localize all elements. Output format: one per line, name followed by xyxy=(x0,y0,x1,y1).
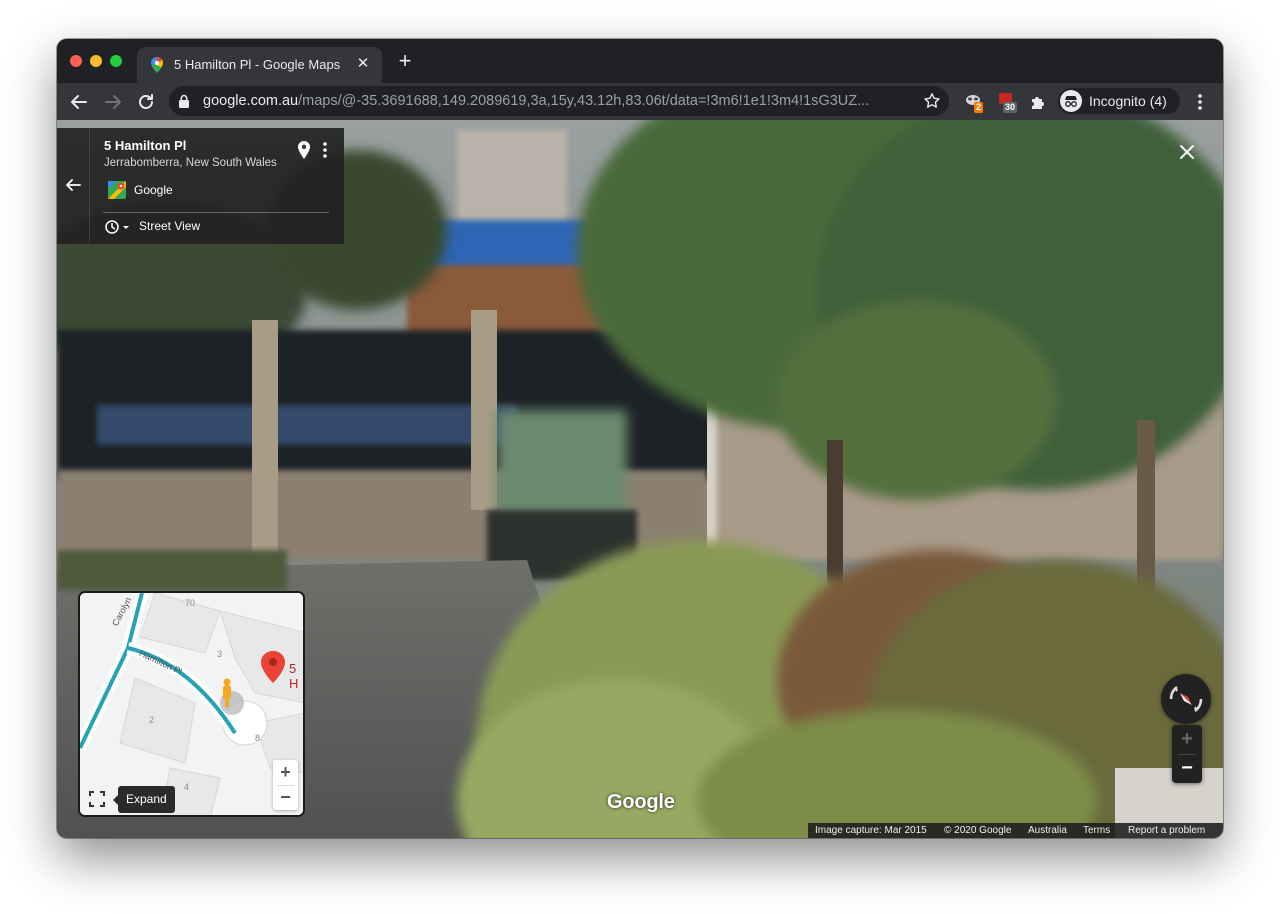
mini-map-canvas xyxy=(80,593,303,815)
google-maps-icon xyxy=(149,56,165,74)
view-type-label: Street View xyxy=(139,219,201,233)
browser-window: 5 Hamilton Pl - Google Maps ✕ + google.c… xyxy=(57,39,1223,838)
url-host: google.com.au xyxy=(203,93,299,109)
extension-2-badge: 30 xyxy=(1003,102,1018,113)
lot-number: 2 xyxy=(149,715,155,725)
card-divider xyxy=(103,212,329,213)
bookmark-star-icon[interactable] xyxy=(923,92,941,110)
reload-icon xyxy=(139,94,153,109)
tab-strip: 5 Hamilton Pl - Google Maps ✕ + xyxy=(57,39,1223,83)
google-maps-logo-icon xyxy=(108,181,126,199)
toolbar: google.com.au/maps/@-35.3691688,149.2089… xyxy=(57,83,1223,120)
extension-2-button[interactable]: 30 xyxy=(997,91,1019,113)
new-tab-button[interactable]: + xyxy=(395,50,415,72)
minimize-window-button[interactable] xyxy=(90,55,102,67)
forward-button[interactable] xyxy=(101,90,125,114)
address-bar[interactable]: google.com.au/maps/@-35.3691688,149.2089… xyxy=(169,86,949,116)
lot-number: 70 xyxy=(185,598,196,608)
image-source-label: Google xyxy=(134,183,173,197)
lot-number: 8 xyxy=(255,733,261,743)
lock-icon[interactable] xyxy=(178,94,190,108)
incognito-icon xyxy=(1060,90,1082,112)
report-problem-link[interactable]: Report a problem xyxy=(1128,825,1205,836)
puzzle-icon xyxy=(1032,97,1044,109)
place-marker-label: 5 H xyxy=(289,661,299,691)
extensions-puzzle-button[interactable] xyxy=(1028,91,1050,113)
terms-link[interactable]: Terms xyxy=(1083,825,1110,836)
copyright: © 2020 Google xyxy=(944,825,1012,836)
browser-menu-button[interactable] xyxy=(1191,91,1209,113)
lot-number: 3 xyxy=(217,649,223,659)
lot-number: 4 xyxy=(184,782,190,792)
tab-close-icon[interactable]: ✕ xyxy=(356,56,370,72)
compass-button[interactable] xyxy=(1161,674,1211,724)
arrow-back-icon[interactable] xyxy=(64,178,82,192)
back-button[interactable] xyxy=(67,90,91,114)
more-vert-icon xyxy=(1198,94,1202,110)
reload-button[interactable] xyxy=(134,90,158,114)
zoom-in-button[interactable]: + xyxy=(1172,725,1202,754)
mini-map-zoom: + − xyxy=(273,760,298,810)
place-title: 5 Hamilton Pl xyxy=(104,138,187,153)
url-text: google.com.au/maps/@-35.3691688,149.2089… xyxy=(203,93,903,109)
attribution-footer: Image capture: Mar 2015 © 2020 Google Au… xyxy=(808,823,1223,838)
profile-label: Incognito (4) xyxy=(1089,93,1167,109)
place-subtitle: Jerrabomberra, New South Wales xyxy=(104,157,277,169)
arrow-right-icon xyxy=(105,95,121,109)
profile-incognito-button[interactable]: Incognito (4) xyxy=(1058,88,1180,114)
mini-map-zoom-in-button[interactable]: + xyxy=(273,760,298,785)
zoom-window-button[interactable] xyxy=(110,55,122,67)
more-vert-icon[interactable] xyxy=(321,140,329,160)
expand-tooltip: Expand xyxy=(113,786,175,813)
extension-1-badge: 2 xyxy=(974,102,984,113)
place-info-card: 5 Hamilton Pl Jerrabomberra, New South W… xyxy=(57,128,344,244)
arrow-left-icon xyxy=(71,95,87,109)
close-icon[interactable] xyxy=(1177,142,1197,162)
zoom-out-button[interactable]: − xyxy=(1172,754,1202,783)
extension-1-button[interactable]: 2 xyxy=(964,91,986,113)
back-to-map-button[interactable] xyxy=(57,128,90,244)
image-capture-date: Image capture: Mar 2015 xyxy=(815,825,927,836)
zoom-control: + − xyxy=(1172,725,1202,783)
compass-icon xyxy=(1169,686,1203,712)
mini-map[interactable]: Carolyn Hamilton Pl 70 3 2 8 4 5 H + − E… xyxy=(78,591,305,817)
url-path: /maps/@-35.3691688,149.2089619,3a,15y,43… xyxy=(298,93,870,109)
tab-title: 5 Hamilton Pl - Google Maps xyxy=(174,57,341,72)
expand-icon[interactable] xyxy=(88,790,106,808)
close-window-button[interactable] xyxy=(70,55,82,67)
tab-google-maps[interactable]: 5 Hamilton Pl - Google Maps ✕ xyxy=(137,47,382,83)
mini-map-zoom-out-button[interactable]: − xyxy=(273,785,298,810)
map-pin-icon[interactable] xyxy=(297,140,311,160)
country-link[interactable]: Australia xyxy=(1028,825,1067,836)
google-watermark: Google xyxy=(607,791,675,813)
street-view-panorama[interactable]: 5 Hamilton Pl Jerrabomberra, New South W… xyxy=(57,120,1223,838)
history-dropdown-icon[interactable] xyxy=(104,219,132,235)
